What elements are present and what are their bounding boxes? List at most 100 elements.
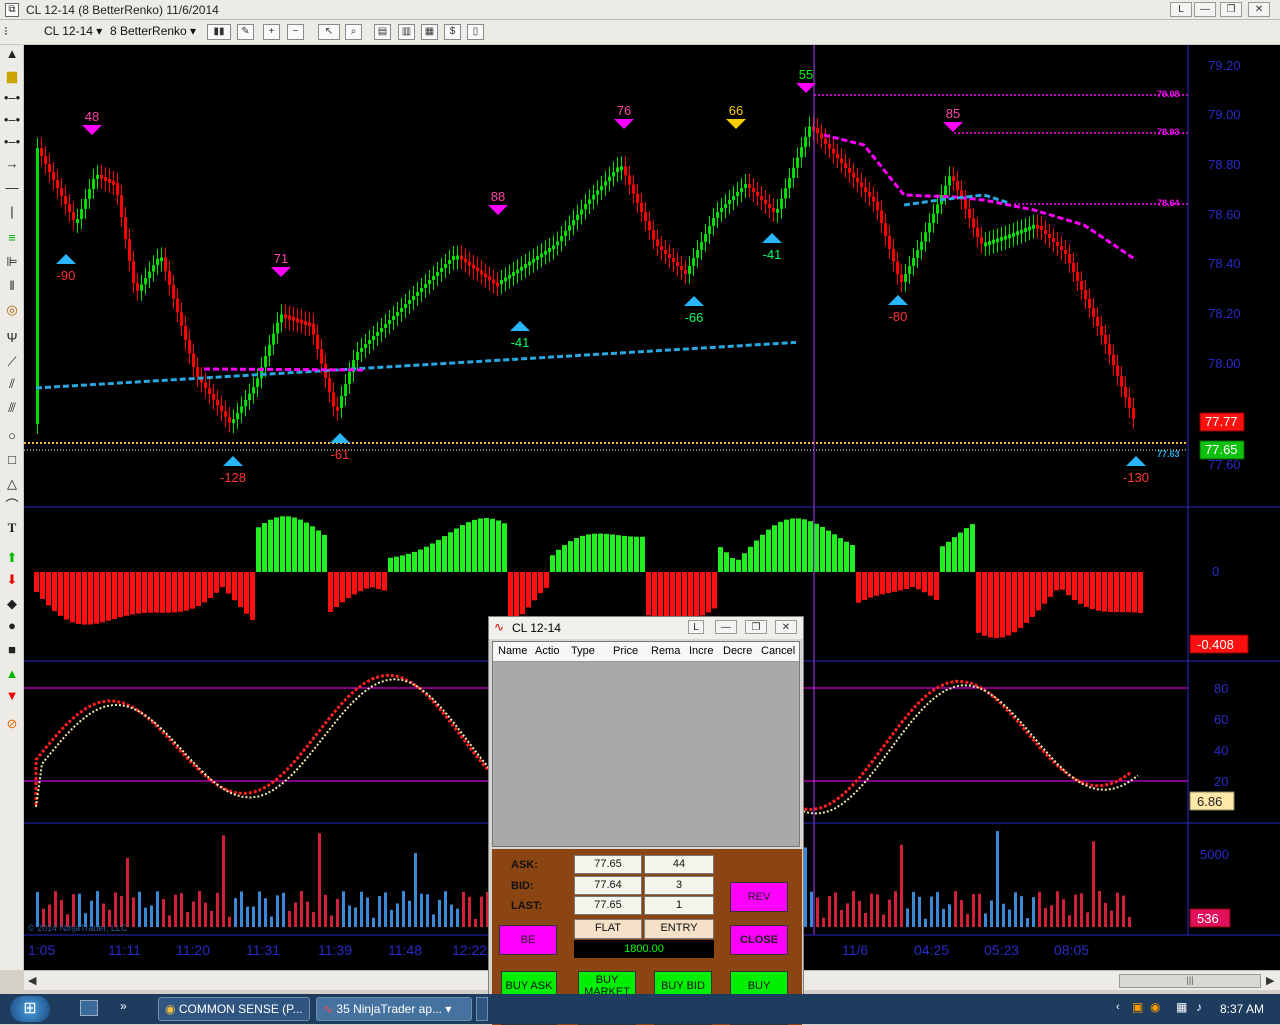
candle [1096,317,1099,326]
quick-launch-more-icon[interactable]: » [120,999,127,1013]
maximize-button[interactable]: ❐ [1220,2,1242,17]
signal-down-marker [943,122,963,132]
col-name[interactable]: Name [498,645,527,657]
highlight-icon[interactable]: ▆ [3,67,21,85]
fib-circle-icon[interactable]: ◎ [3,301,21,319]
col-remaining[interactable]: Rema [651,645,680,657]
candle [788,178,791,189]
chart-properties-icon[interactable]: ▦ [421,24,438,40]
horizontal-line-icon[interactable]: — [3,179,21,197]
fib-retracement-icon[interactable]: ⊫ [3,253,21,271]
orders-grid[interactable]: Name Actio Type Price Rema Incre Decre C… [492,641,800,847]
volume-bar [468,896,471,927]
histogram-bar [598,533,603,572]
money-icon[interactable]: $ [444,24,461,40]
zoom-in-icon[interactable]: + [263,24,280,40]
minimize-button[interactable]: — [1194,2,1216,17]
signal-up-marker [510,321,530,331]
col-price[interactable]: Price [613,645,638,657]
task-ninjatrader[interactable]: ∿ 35 NinjaTrader ap... ▾ [316,997,472,1021]
network-icon[interactable]: ▦ [1176,1000,1187,1014]
strategies-icon[interactable]: ▥ [398,24,415,40]
col-increase[interactable]: Incre [689,645,713,657]
instrument-selector[interactable]: CL 12-14 ▾ [44,24,102,38]
tray-expand-icon[interactable]: ‹ [1116,1001,1120,1013]
volume-bar [1008,909,1011,927]
col-decrease[interactable]: Decre [723,645,752,657]
volume-bar [408,900,411,927]
histogram-bar [40,572,45,600]
rectangle-icon[interactable]: □ [3,451,21,469]
vertical-line-icon[interactable]: | [3,203,21,221]
col-cancel[interactable]: Cancel [761,645,795,657]
zoom-out-icon[interactable]: − [287,24,304,40]
trend-channel-icon[interactable]: ⫻ [3,399,21,417]
arc-icon[interactable]: ⌒ [3,497,21,515]
histogram-bar [532,572,537,601]
regression-channel-icon[interactable]: ⫽ [3,375,21,393]
period-selector[interactable]: 8 BetterRenko ▾ [110,24,196,38]
dot-icon[interactable]: ● [3,617,21,635]
triangle-up-icon[interactable]: ▲ [3,665,21,683]
signal-down-label: 76 [617,103,631,118]
text-icon[interactable]: T [3,519,21,537]
arrow-line-icon[interactable]: → [3,155,21,173]
arrow-down-red-icon[interactable]: ⬇ [3,571,21,589]
close-button[interactable]: ✕ [1248,2,1270,17]
tray-app2-icon[interactable]: ◉ [1150,1000,1160,1014]
show-desktop-icon[interactable] [80,1000,98,1016]
cursor-icon[interactable]: ↖ [318,24,340,40]
drawing-tool-icon[interactable]: ✎ [237,24,254,40]
scroll-thumb[interactable]: ||| [1119,974,1261,988]
volume-icon[interactable]: ♪ [1196,1000,1202,1014]
fib-extension-icon[interactable]: ‖ [3,277,21,295]
ray-icon[interactable]: •–• [3,111,21,129]
candle [48,164,51,172]
candle [880,210,883,224]
col-type[interactable]: Type [571,645,595,657]
gann-fan-icon[interactable]: ⟋ [3,353,21,371]
diamond-icon[interactable]: ◆ [3,595,21,613]
candle [1068,254,1071,263]
triangle-icon[interactable]: △ [3,475,21,493]
channel-icon[interactable]: ≡ [3,229,21,247]
tray-app-icon[interactable]: ▣ [1132,1000,1143,1014]
candle [476,267,479,272]
volume-bar [180,893,183,927]
square-icon[interactable]: ■ [3,641,21,659]
arrow-up-green-icon[interactable]: ⬆ [3,549,21,567]
clock[interactable]: 8:37 AM [1220,1002,1264,1016]
order-close-button[interactable]: ✕ [775,620,797,634]
arrow-up-icon[interactable]: ▲ [3,45,21,63]
extended-line-icon[interactable]: •–• [3,133,21,151]
data-box-icon[interactable]: ▯ [467,24,484,40]
chart-style-icon[interactable]: ▮▮ [207,24,231,40]
scroll-left-icon[interactable]: ◀ [28,974,36,987]
candle [368,340,371,344]
line-icon[interactable]: •–• [3,89,21,107]
rev-button[interactable]: REV [730,882,788,912]
histogram-bar [166,572,171,613]
candle [1080,281,1083,290]
magnifier-icon[interactable]: ⌕ [345,24,362,40]
candle [228,416,231,423]
order-minimize-button[interactable]: — [715,620,737,634]
link-button[interactable]: L [1170,2,1192,17]
histogram-bar [934,572,939,600]
histogram-bar [1126,572,1131,613]
remove-drawings-icon[interactable]: ⊘ [3,715,21,733]
task-chrome[interactable]: ◉ COMMON SENSE (P... [158,997,310,1021]
order-maximize-button[interactable]: ❐ [745,620,767,634]
andrews-pitchfork-icon[interactable]: Ψ [3,329,21,347]
order-link-button[interactable]: L [688,620,704,634]
start-button[interactable]: ⊞ [10,996,50,1022]
indicators-icon[interactable]: ▤ [374,24,391,40]
col-action[interactable]: Actio [535,645,559,657]
close-position-button[interactable]: CLOSE [730,925,788,955]
scroll-right-icon[interactable]: ▶ [1266,974,1274,987]
triangle-down-icon[interactable]: ▼ [3,687,21,705]
breakeven-button[interactable]: BE [499,925,557,955]
task-overflow[interactable] [476,997,488,1021]
drag-handle-icon[interactable]: ⁝ [4,24,8,38]
ellipse-icon[interactable]: ○ [3,427,21,445]
